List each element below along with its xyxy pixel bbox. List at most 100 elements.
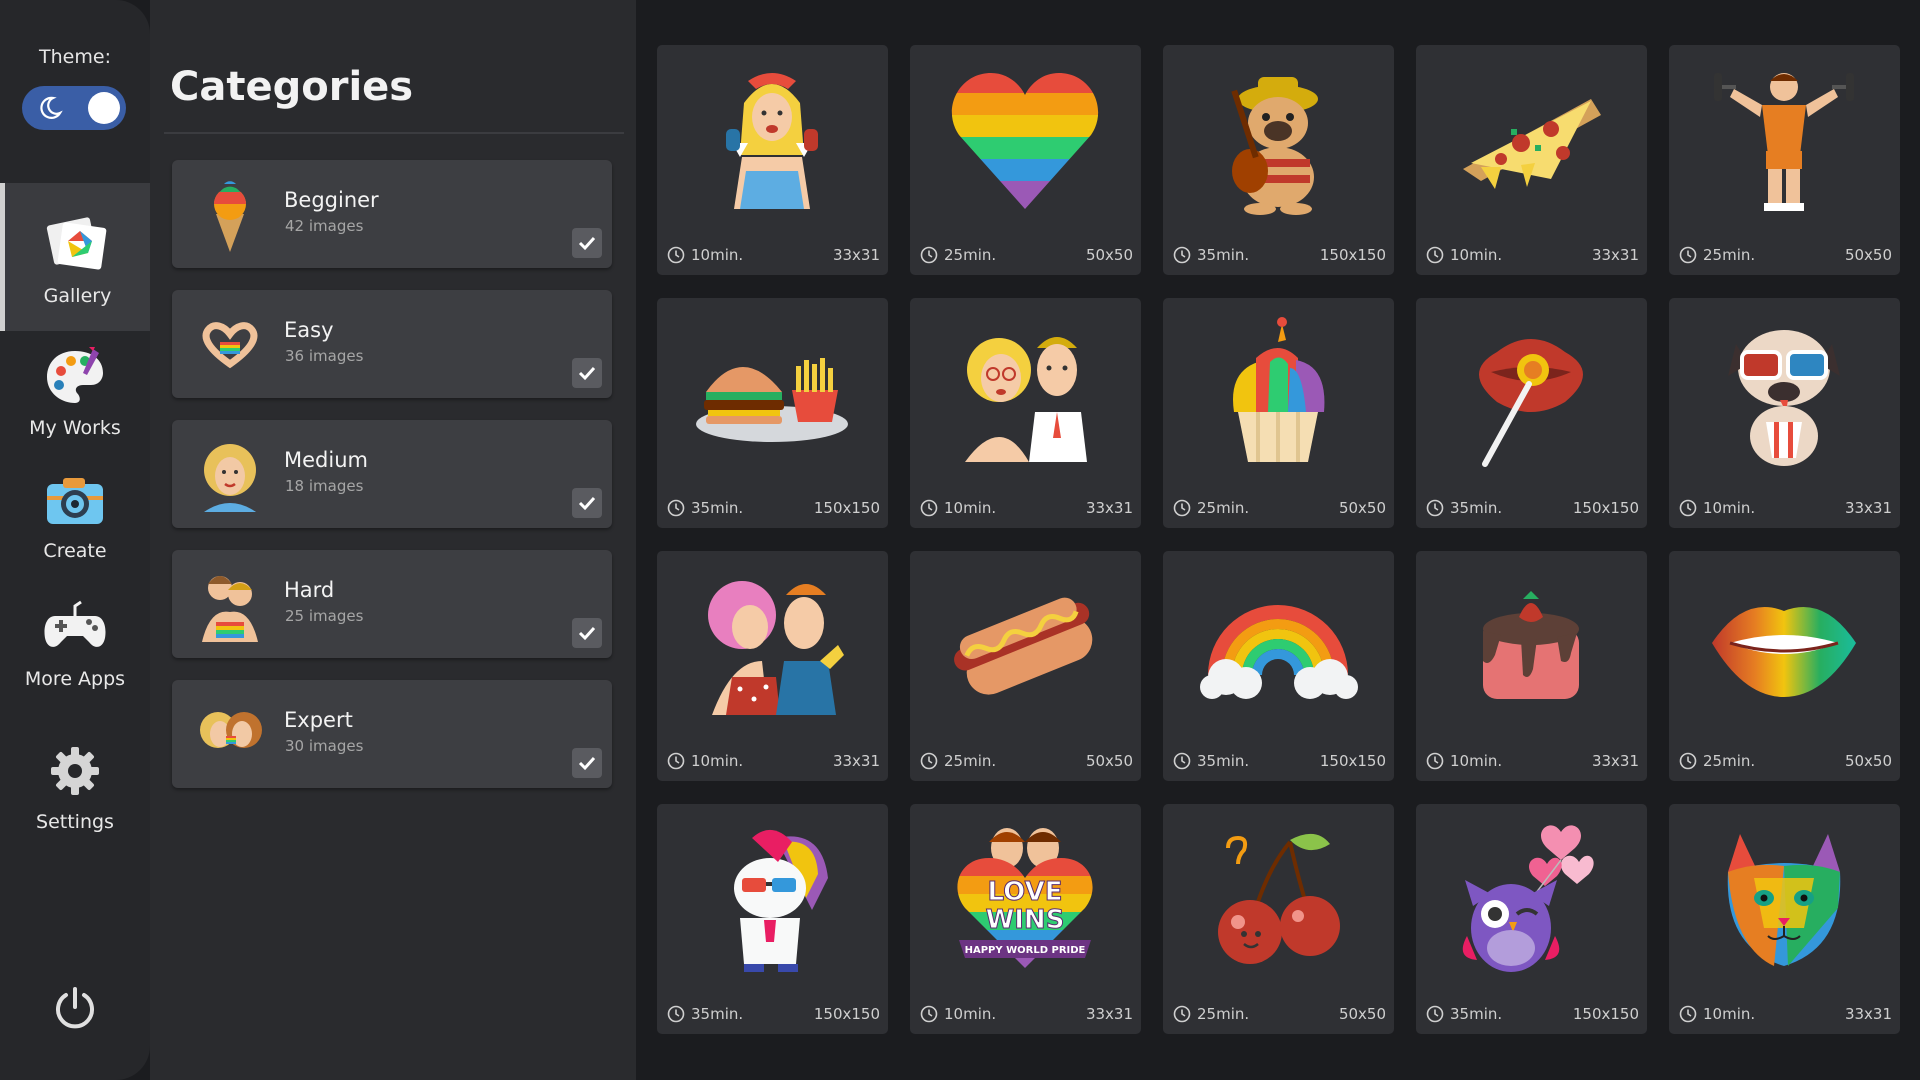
gallery-item-rainbow-clouds[interactable]: 35min. 150x150 [1163, 551, 1394, 781]
category-count: 18 images [285, 477, 364, 495]
love-wins-word-wins: WINS [986, 905, 1065, 935]
gallery-item-rainbow-heart[interactable]: 25min. 50x50 [910, 45, 1141, 275]
gallery-item-pug-guitar[interactable]: 35min. 150x150 [1163, 45, 1394, 275]
nav-gallery-label: Gallery [43, 285, 112, 307]
item-time: 10min. [1450, 246, 1503, 264]
item-meta: 25min. 50x50 [1679, 751, 1892, 771]
gallery-item-pinup-girl[interactable]: 10min. 33x31 [657, 45, 888, 275]
gallery-item-burger[interactable]: 35min. 150x150 [657, 298, 888, 528]
nav-gallery[interactable]: Gallery [0, 183, 150, 331]
nav-settings-label: Settings [36, 811, 114, 833]
item-meta: 10min. 33x31 [920, 1004, 1133, 1024]
nav-my-works-label: My Works [29, 417, 121, 439]
bodybuilder-artwork [1714, 73, 1854, 211]
gallery-item-bodybuilder[interactable]: 25min. 50x50 [1669, 45, 1900, 275]
category-medium[interactable]: Medium 18 images [172, 420, 612, 528]
rainbow-heart-artwork [951, 73, 1099, 209]
gallery-icon [46, 217, 106, 270]
gallery-item-unicorn[interactable]: 35min. 150x150 [657, 804, 888, 1034]
gallery-item-hot-dog[interactable]: 25min. 50x50 [910, 551, 1141, 781]
power-icon[interactable] [52, 985, 98, 1031]
category-easy[interactable]: Easy 36 images [172, 290, 612, 398]
love-wins-word-love: LOVE [988, 877, 1063, 907]
clock-icon [920, 1005, 938, 1023]
ice-cream-icon [214, 181, 246, 252]
gallery-item-kissing-couple[interactable]: 10min. 33x31 [657, 551, 888, 781]
checkbox-checked-icon[interactable] [572, 488, 602, 518]
clock-icon [667, 246, 685, 264]
pinup-girl-artwork [726, 73, 818, 209]
clock-icon [667, 752, 685, 770]
item-meta: 10min. 33x31 [1426, 751, 1639, 771]
category-count: 30 images [285, 737, 364, 755]
item-time: 10min. [1703, 1005, 1756, 1023]
item-size: 150x150 [1319, 246, 1386, 264]
checkbox-checked-icon[interactable] [572, 358, 602, 388]
item-size: 33x31 [1085, 499, 1133, 517]
category-begginer[interactable]: Begginer 42 images [172, 160, 612, 268]
item-time: 25min. [944, 752, 997, 770]
gallery-item-pug-glasses[interactable]: 10min. 33x31 [1669, 298, 1900, 528]
gear-icon [51, 747, 99, 795]
nav-create[interactable]: Create [0, 438, 150, 586]
checkbox-checked-icon[interactable] [572, 228, 602, 258]
clock-icon [1426, 752, 1444, 770]
item-meta: 35min. 150x150 [667, 498, 880, 518]
category-hard[interactable]: Hard 25 images [172, 550, 612, 658]
clock-icon [1426, 246, 1444, 264]
item-size: 50x50 [1844, 752, 1892, 770]
clock-icon [1679, 499, 1697, 517]
item-meta: 10min. 33x31 [1426, 245, 1639, 265]
gallery-item-rainbow-cat[interactable]: 10min. 33x31 [1669, 804, 1900, 1034]
gallery-item-rainbow-cupcake[interactable]: 25min. 50x50 [1163, 298, 1394, 528]
item-meta: 25min. 50x50 [920, 751, 1133, 771]
item-meta: 10min. 33x31 [920, 498, 1133, 518]
item-size: 150x150 [1572, 499, 1639, 517]
gallery-item-lollipop-lips[interactable]: 35min. 150x150 [1416, 298, 1647, 528]
item-time: 35min. [691, 499, 744, 517]
item-time: 10min. [944, 1005, 997, 1023]
gallery-item-cherries[interactable]: 25min. 50x50 [1163, 804, 1394, 1034]
nav-more-apps-label: More Apps [24, 668, 126, 690]
gallery-item-couple[interactable]: 10min. 33x31 [910, 298, 1141, 528]
heart-hands-icon [202, 322, 258, 369]
cake-artwork [1483, 591, 1579, 699]
item-time: 35min. [1450, 1005, 1503, 1023]
nav-more-apps[interactable]: More Apps [0, 566, 150, 714]
gallery-grid: 10min. 33x31 25min. 50x50 35min. 150x150… [657, 45, 1900, 1045]
gallery-item-love-wins[interactable]: LOVE WINS HAPPY WORLD PRIDE 10min. 33x31 [910, 804, 1141, 1034]
gallery-item-rainbow-lips[interactable]: 25min. 50x50 [1669, 551, 1900, 781]
item-time: 25min. [1703, 246, 1756, 264]
item-size: 33x31 [1844, 499, 1892, 517]
couple-artwork [965, 337, 1087, 462]
moon-icon [40, 96, 63, 119]
cherries-artwork [1218, 833, 1340, 964]
love-wins-artwork: LOVE WINS HAPPY WORLD PRIDE [957, 828, 1093, 968]
toggle-knob[interactable] [88, 92, 120, 124]
gallery-item-owl[interactable]: 35min. 150x150 [1416, 804, 1647, 1034]
hot-dog-artwork [954, 597, 1093, 695]
item-meta: 10min. 33x31 [1679, 1004, 1892, 1024]
item-time: 10min. [1703, 499, 1756, 517]
categories-title: Categories [170, 64, 414, 110]
clock-icon [1679, 246, 1697, 264]
nav-settings[interactable]: Settings [0, 709, 150, 857]
clock-icon [920, 499, 938, 517]
gallery-item-pizza[interactable]: 10min. 33x31 [1416, 45, 1647, 275]
theme-toggle[interactable] [22, 86, 126, 130]
gallery-item-cake[interactable]: 10min. 33x31 [1416, 551, 1647, 781]
nav-create-label: Create [43, 540, 107, 562]
item-time: 25min. [1703, 752, 1756, 770]
hugging-couple-icon [202, 576, 258, 642]
category-count: 36 images [285, 347, 364, 365]
item-meta: 25min. 50x50 [920, 245, 1133, 265]
checkbox-checked-icon[interactable] [572, 618, 602, 648]
lollipop-lips-artwork [1479, 339, 1583, 467]
item-meta: 25min. 50x50 [1679, 245, 1892, 265]
item-time: 10min. [1450, 752, 1503, 770]
item-time: 10min. [944, 499, 997, 517]
category-expert[interactable]: Expert 30 images [172, 680, 612, 788]
owl-artwork [1462, 825, 1594, 972]
theme-label: Theme: [39, 46, 111, 68]
checkbox-checked-icon[interactable] [572, 748, 602, 778]
